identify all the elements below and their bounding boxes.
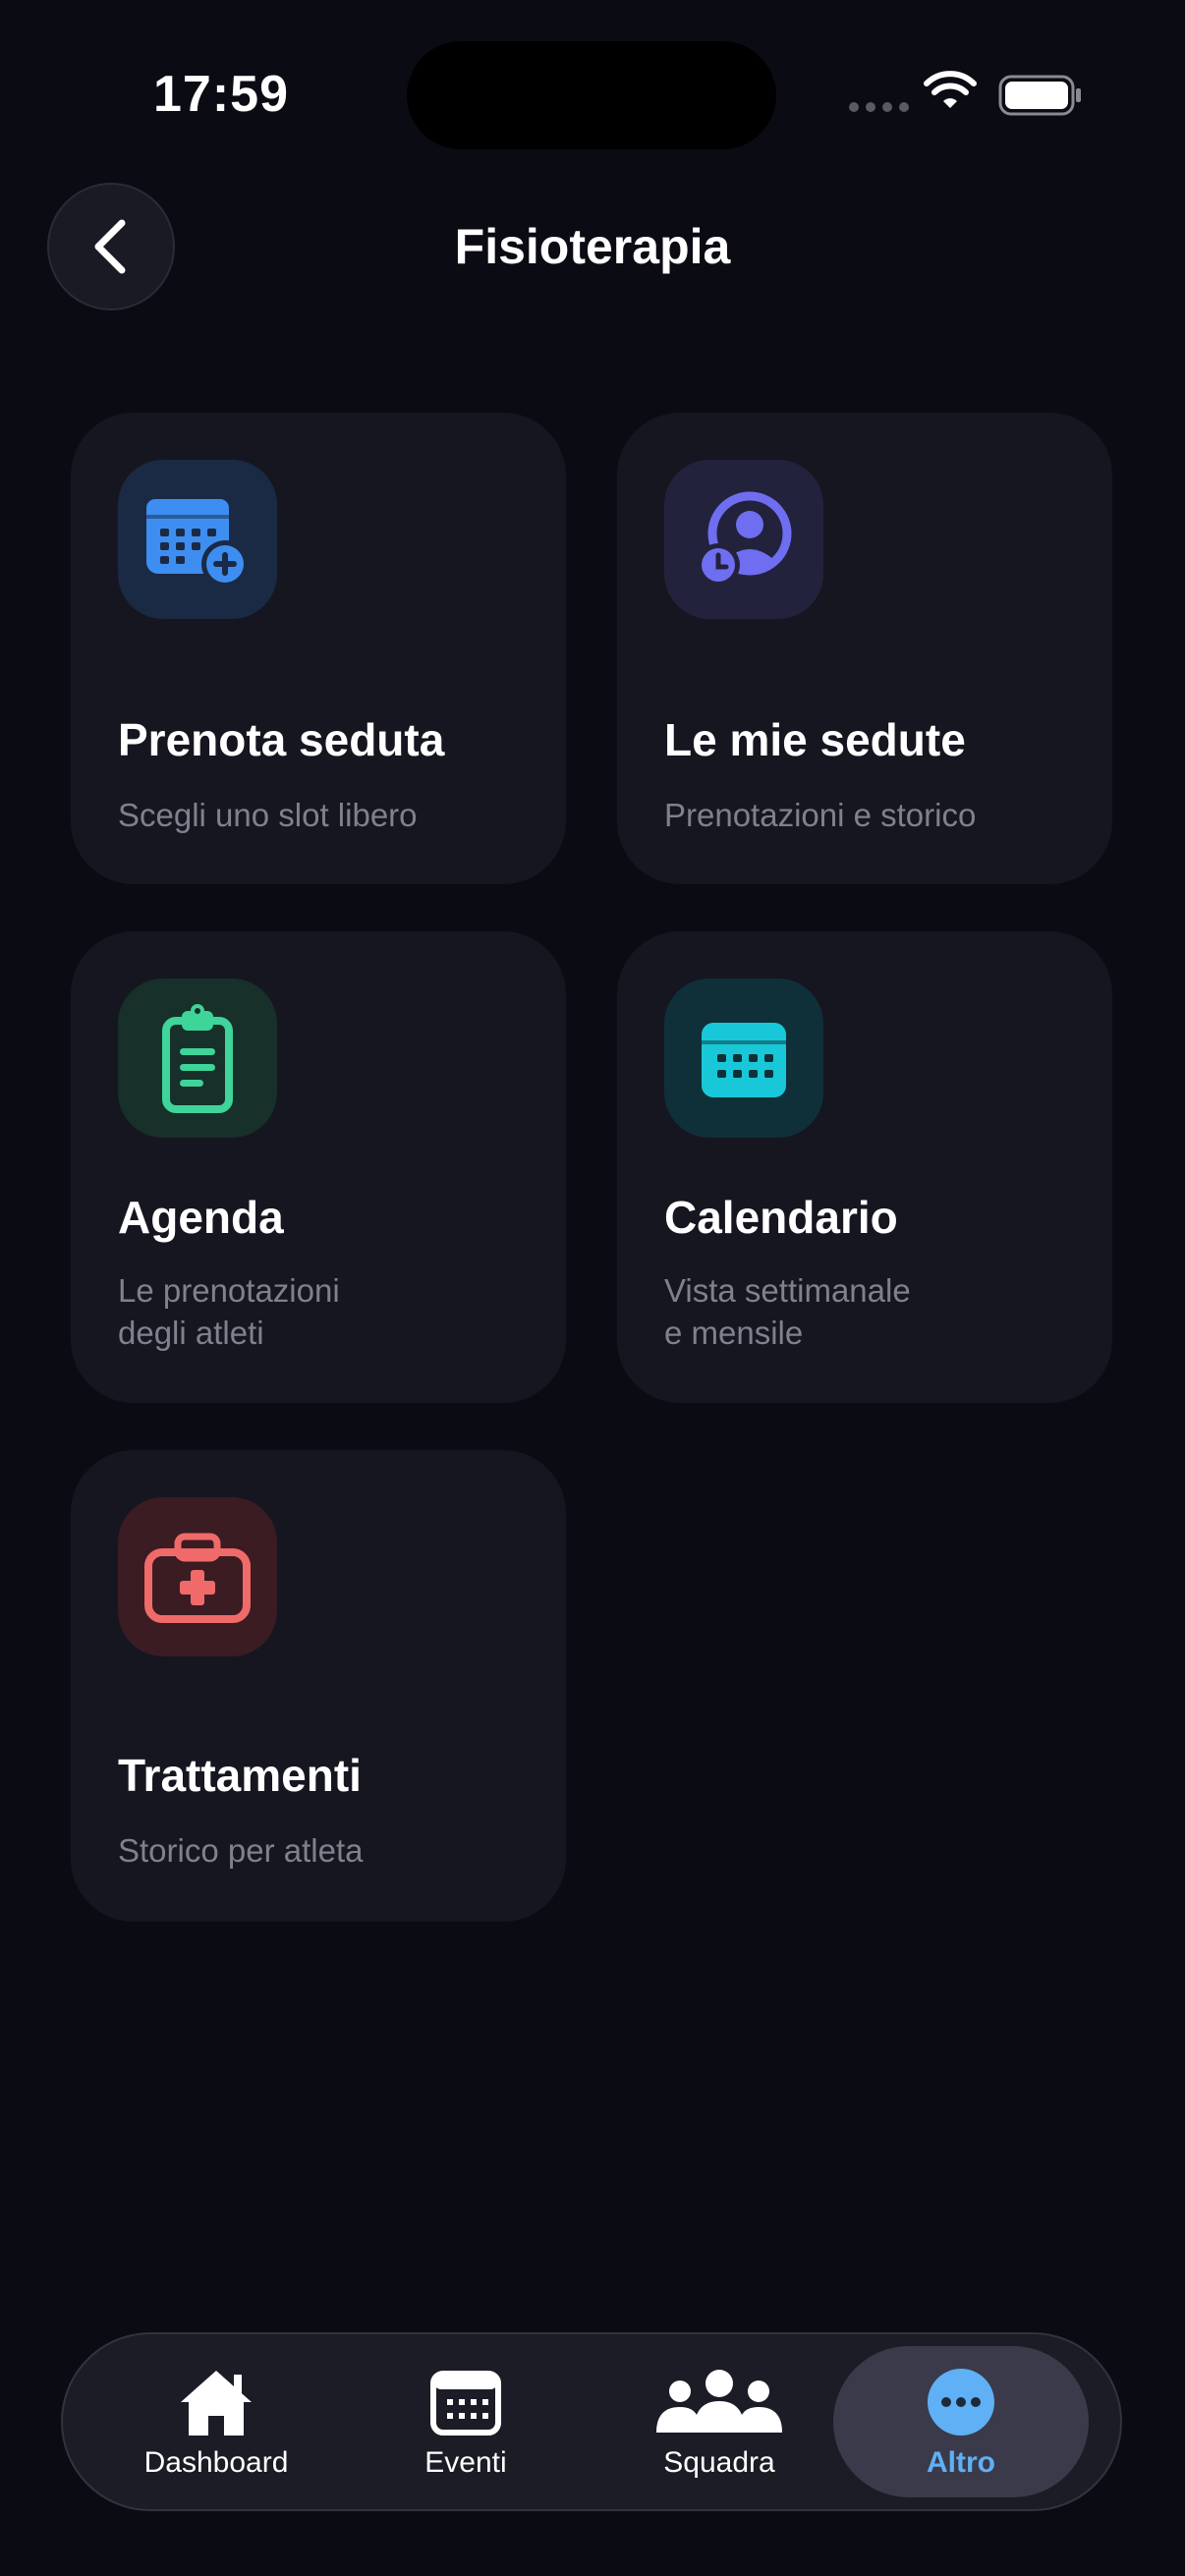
calendar-plus-icon	[118, 460, 277, 619]
card-title: Prenota seduta	[118, 714, 445, 765]
calendar-icon	[664, 979, 823, 1138]
medical-bag-icon	[118, 1497, 277, 1656]
card-subtitle: Scegli uno slot libero	[118, 797, 418, 833]
card-title: Trattamenti	[118, 1750, 362, 1801]
home-icon	[175, 2360, 257, 2444]
tab-altro[interactable]: Altro	[833, 2346, 1089, 2497]
tab-squadra[interactable]: Squadra	[592, 2346, 847, 2497]
dynamic-island	[407, 41, 776, 149]
card-prenota-seduta[interactable]: Prenota seduta Scegli uno slot libero	[71, 413, 566, 884]
calendar-icon	[429, 2360, 502, 2444]
tab-eventi[interactable]: Eventi	[338, 2346, 593, 2497]
page-title: Fisioterapia	[454, 219, 731, 274]
card-trattamenti[interactable]: Trattamenti Storico per atleta	[71, 1450, 566, 1922]
clipboard-icon	[118, 979, 277, 1138]
card-subtitle: Le prenotazioni degli atleti	[118, 1272, 340, 1351]
tab-label: Eventi	[424, 2446, 507, 2479]
user-clock-icon	[664, 460, 823, 619]
card-subtitle: Storico per atleta	[118, 1832, 364, 1869]
more-icon	[927, 2360, 995, 2444]
card-le-mie-sedute[interactable]: Le mie sedute Prenotazioni e storico	[617, 413, 1112, 884]
wifi-icon	[924, 71, 977, 108]
card-title: Le mie sedute	[664, 714, 966, 765]
card-title: Agenda	[118, 1192, 284, 1243]
card-subtitle: Prenotazioni e storico	[664, 797, 977, 833]
battery-icon	[998, 75, 1081, 116]
tab-label: Dashboard	[143, 2446, 289, 2479]
card-agenda[interactable]: Agenda Le prenotazioni degli atleti	[71, 931, 566, 1403]
status-bar: 17:59	[0, 0, 1185, 196]
card-subtitle: Vista settimanale e mensile	[664, 1272, 911, 1351]
card-title: Calendario	[664, 1192, 898, 1243]
tab-label: Altro	[927, 2446, 995, 2479]
cellular-signal-icon	[849, 102, 909, 112]
card-calendario[interactable]: Calendario Vista settimanale e mensile	[617, 931, 1112, 1403]
tab-dashboard[interactable]: Dashboard	[88, 2346, 344, 2497]
team-icon	[654, 2360, 784, 2444]
tab-bar: Dashboard Eventi Squadra Altro	[61, 2332, 1122, 2511]
status-time: 17:59	[153, 66, 289, 123]
tab-label: Squadra	[663, 2446, 775, 2479]
